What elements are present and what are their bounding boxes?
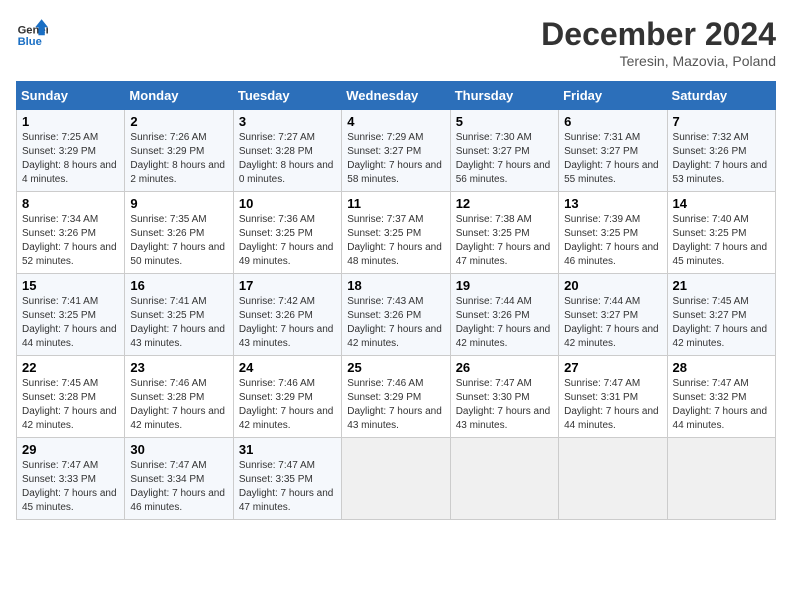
col-wednesday: Wednesday	[342, 82, 450, 110]
table-row: 22Sunrise: 7:45 AMSunset: 3:28 PMDayligh…	[17, 356, 125, 438]
table-row: 13Sunrise: 7:39 AMSunset: 3:25 PMDayligh…	[559, 192, 667, 274]
table-row: 18Sunrise: 7:43 AMSunset: 3:26 PMDayligh…	[342, 274, 450, 356]
table-row: 20Sunrise: 7:44 AMSunset: 3:27 PMDayligh…	[559, 274, 667, 356]
logo: General Blue	[16, 16, 48, 48]
table-row: 7Sunrise: 7:32 AMSunset: 3:26 PMDaylight…	[667, 110, 775, 192]
table-row: 15Sunrise: 7:41 AMSunset: 3:25 PMDayligh…	[17, 274, 125, 356]
table-row: 25Sunrise: 7:46 AMSunset: 3:29 PMDayligh…	[342, 356, 450, 438]
table-row: 28Sunrise: 7:47 AMSunset: 3:32 PMDayligh…	[667, 356, 775, 438]
table-row: 11Sunrise: 7:37 AMSunset: 3:25 PMDayligh…	[342, 192, 450, 274]
col-friday: Friday	[559, 82, 667, 110]
table-row: 16Sunrise: 7:41 AMSunset: 3:25 PMDayligh…	[125, 274, 233, 356]
table-row: 31Sunrise: 7:47 AMSunset: 3:35 PMDayligh…	[233, 438, 341, 520]
table-row: 21Sunrise: 7:45 AMSunset: 3:27 PMDayligh…	[667, 274, 775, 356]
table-row: 9Sunrise: 7:35 AMSunset: 3:26 PMDaylight…	[125, 192, 233, 274]
table-row: 12Sunrise: 7:38 AMSunset: 3:25 PMDayligh…	[450, 192, 558, 274]
table-row: 24Sunrise: 7:46 AMSunset: 3:29 PMDayligh…	[233, 356, 341, 438]
table-row: 8Sunrise: 7:34 AMSunset: 3:26 PMDaylight…	[17, 192, 125, 274]
table-row: 26Sunrise: 7:47 AMSunset: 3:30 PMDayligh…	[450, 356, 558, 438]
table-row: 6Sunrise: 7:31 AMSunset: 3:27 PMDaylight…	[559, 110, 667, 192]
col-sunday: Sunday	[17, 82, 125, 110]
header-row: Sunday Monday Tuesday Wednesday Thursday…	[17, 82, 776, 110]
calendar-table: Sunday Monday Tuesday Wednesday Thursday…	[16, 81, 776, 520]
table-row	[667, 438, 775, 520]
col-saturday: Saturday	[667, 82, 775, 110]
table-row: 2Sunrise: 7:26 AMSunset: 3:29 PMDaylight…	[125, 110, 233, 192]
location-title: Teresin, Mazovia, Poland	[541, 53, 776, 69]
table-row: 27Sunrise: 7:47 AMSunset: 3:31 PMDayligh…	[559, 356, 667, 438]
table-row: 23Sunrise: 7:46 AMSunset: 3:28 PMDayligh…	[125, 356, 233, 438]
table-row	[450, 438, 558, 520]
table-row: 29Sunrise: 7:47 AMSunset: 3:33 PMDayligh…	[17, 438, 125, 520]
month-title: December 2024	[541, 16, 776, 53]
table-row: 10Sunrise: 7:36 AMSunset: 3:25 PMDayligh…	[233, 192, 341, 274]
table-row	[342, 438, 450, 520]
table-row	[559, 438, 667, 520]
col-tuesday: Tuesday	[233, 82, 341, 110]
col-monday: Monday	[125, 82, 233, 110]
table-row: 30Sunrise: 7:47 AMSunset: 3:34 PMDayligh…	[125, 438, 233, 520]
logo-icon: General Blue	[16, 16, 48, 48]
table-row: 14Sunrise: 7:40 AMSunset: 3:25 PMDayligh…	[667, 192, 775, 274]
header: General Blue December 2024 Teresin, Mazo…	[16, 16, 776, 69]
table-row: 1Sunrise: 7:25 AMSunset: 3:29 PMDaylight…	[17, 110, 125, 192]
svg-text:Blue: Blue	[18, 36, 42, 48]
table-row: 3Sunrise: 7:27 AMSunset: 3:28 PMDaylight…	[233, 110, 341, 192]
table-row: 4Sunrise: 7:29 AMSunset: 3:27 PMDaylight…	[342, 110, 450, 192]
table-row: 5Sunrise: 7:30 AMSunset: 3:27 PMDaylight…	[450, 110, 558, 192]
table-row: 19Sunrise: 7:44 AMSunset: 3:26 PMDayligh…	[450, 274, 558, 356]
title-area: December 2024 Teresin, Mazovia, Poland	[541, 16, 776, 69]
col-thursday: Thursday	[450, 82, 558, 110]
table-row: 17Sunrise: 7:42 AMSunset: 3:26 PMDayligh…	[233, 274, 341, 356]
